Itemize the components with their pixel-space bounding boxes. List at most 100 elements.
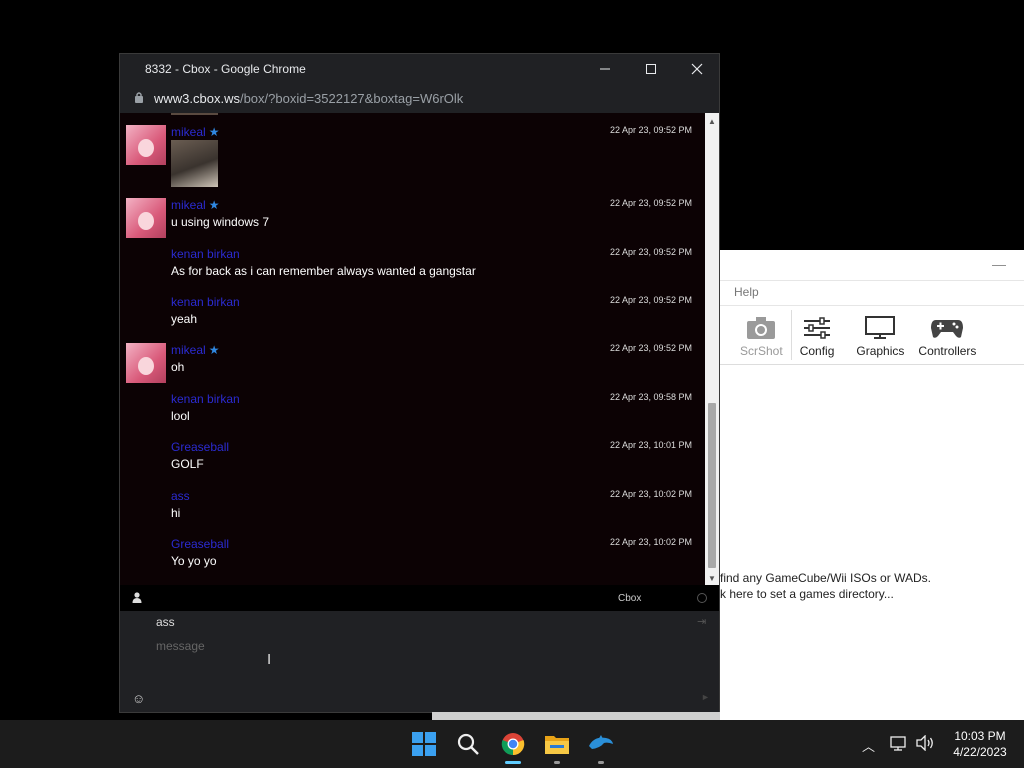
background-app-window: — Help ScrShot Config Graphics Controlle… [720, 250, 1024, 720]
message-text: oh [171, 360, 185, 374]
minimize-icon [600, 68, 610, 70]
url[interactable]: www3.cbox.ws/box/?boxid=3522127&boxtag=W… [154, 91, 463, 106]
file-explorer-button[interactable] [541, 728, 573, 760]
message-text: As for back as i can remember always wan… [171, 264, 476, 278]
running-app-indicator-2 [598, 761, 604, 764]
search-icon [457, 733, 479, 755]
message-username[interactable]: mikeal ★ [171, 125, 219, 139]
chat-message: Greaseball 22 Apr 23, 10:02 PM Yo yo yo [120, 537, 705, 585]
star-icon: ★ [208, 198, 220, 212]
close-icon [691, 63, 703, 75]
system-clock[interactable]: 10:03 PM 4/22/2023 [942, 728, 1018, 760]
message-username[interactable]: kenan birkan [171, 392, 240, 406]
chat-message: kenan birkan 22 Apr 23, 09:52 PM As for ba… [120, 247, 705, 295]
controllers-button[interactable]: Controllers [918, 316, 976, 358]
message-timestamp: 22 Apr 23, 09:52 PM [609, 247, 692, 257]
toolbar-separator [790, 310, 792, 360]
minimize-icon[interactable]: — [992, 256, 1006, 272]
menu-help[interactable]: Help [734, 285, 759, 299]
message-text: lool [171, 409, 190, 423]
scrshot-label: ScrShot [740, 344, 783, 358]
message-text: yeah [171, 312, 198, 326]
chat-scrollbar[interactable]: ▲ ▼ [705, 113, 719, 585]
gamepad-icon [931, 320, 964, 338]
user-icon[interactable] [132, 592, 142, 603]
url-host: www3.cbox.ws [154, 91, 240, 106]
folder-icon [545, 736, 569, 754]
send-arrow-icon[interactable]: ► [701, 692, 710, 702]
graphics-button[interactable]: Graphics [856, 316, 904, 358]
maximize-button[interactable] [628, 54, 674, 84]
avatar[interactable] [126, 125, 166, 165]
message-username[interactable]: Greaseball [171, 440, 229, 454]
name-field[interactable]: ass [156, 615, 175, 629]
message-username[interactable]: mikeal ★ [171, 198, 219, 212]
controllers-label: Controllers [918, 344, 977, 358]
message-text: u using windows 7 [171, 215, 270, 229]
running-app-indicator [554, 761, 560, 764]
text-cursor-icon: I [267, 651, 272, 668]
emoji-icon[interactable]: ☺ [132, 691, 145, 706]
message-text: hi [171, 506, 181, 520]
cbox-brand-link[interactable]: Cbox [618, 593, 641, 604]
message-text: GOLF [171, 457, 204, 471]
chat-message: kenan birkan 22 Apr 23, 09:52 PM yeah [120, 295, 705, 343]
chat-log[interactable]: mikeal ★ 22 Apr 23, 09:52 PM mikeal ★ 22 Apr … [120, 113, 705, 585]
chat-message: mikeal ★ 22 Apr 23, 09:52 PM [120, 125, 705, 187]
empty-library-message[interactable]: find any GameCube/Wii ISOs or WADs. k he… [720, 570, 931, 602]
message-timestamp: 22 Apr 23, 09:58 PM [609, 392, 692, 402]
scroll-down-arrow[interactable]: ▼ [708, 574, 716, 583]
lock-icon[interactable] [134, 91, 144, 103]
chrome-window: 8332 - Cbox - Google Chrome www3.cbox.ws… [119, 53, 720, 713]
chrome-taskbar-button[interactable] [497, 728, 529, 760]
address-bar[interactable]: www3.cbox.ws/box/?boxid=3522127&boxtag=W… [120, 84, 719, 112]
scrollbar-thumb[interactable] [708, 403, 716, 568]
cbox-status-bar: Cbox [120, 585, 719, 611]
avatar[interactable] [126, 198, 166, 238]
scroll-up-arrow[interactable]: ▲ [708, 117, 716, 126]
network-icon[interactable] [890, 735, 908, 751]
monitor-icon [865, 316, 896, 339]
dolphin-taskbar-button[interactable] [585, 728, 617, 760]
config-button[interactable]: Config [799, 316, 835, 358]
message-timestamp: 22 Apr 23, 10:02 PM [609, 489, 692, 499]
close-button[interactable] [674, 54, 720, 84]
minimize-button[interactable] [582, 54, 628, 84]
window-title: 8332 - Cbox - Google Chrome [145, 62, 306, 76]
message-text: Yo yo yo [171, 554, 217, 568]
message-timestamp: 22 Apr 23, 10:01 PM [609, 440, 692, 450]
url-path: /box/?boxid=3522127&boxtag=W6rOlk [239, 91, 464, 106]
message-username[interactable]: ass [171, 489, 190, 503]
empty-library-line1: find any GameCube/Wii ISOs or WADs. [720, 571, 931, 585]
chat-message: ass 22 Apr 23, 10:02 PM hi [120, 489, 705, 537]
chrome-icon [501, 733, 525, 756]
message-username[interactable]: Greaseball [171, 537, 229, 551]
background-app-titlebar: — [720, 250, 1024, 280]
chevron-up-icon[interactable]: ︿ [862, 736, 875, 755]
message-username[interactable]: mikeal ★ [171, 343, 219, 357]
dolphin-icon [589, 735, 613, 749]
search-button[interactable] [452, 728, 484, 760]
start-button[interactable] [408, 728, 440, 760]
toolbar: ScrShot Config Graphics Controllers [720, 306, 1024, 365]
message-input[interactable] [156, 637, 556, 655]
message-image[interactable] [171, 140, 218, 187]
empty-library-line2[interactable]: k here to set a games directory... [720, 586, 931, 602]
login-icon[interactable]: ⇥ [697, 615, 706, 628]
sliders-icon [804, 317, 831, 339]
config-label: Config [799, 344, 835, 358]
avatar[interactable] [126, 343, 166, 383]
message-timestamp: 22 Apr 23, 09:52 PM [609, 295, 692, 305]
message-username[interactable]: kenan birkan [171, 295, 240, 309]
volume-icon[interactable] [915, 735, 935, 751]
horizontal-scrollbar[interactable] [432, 712, 720, 720]
status-ring-icon[interactable] [697, 593, 707, 603]
taskbar: ︿ 10:03 PM 4/22/2023 [0, 720, 1024, 768]
message-timestamp: 22 Apr 23, 09:52 PM [609, 198, 692, 208]
chat-message: Greaseball 22 Apr 23, 10:01 PM GOLF [120, 440, 705, 488]
message-username[interactable]: kenan birkan [171, 247, 240, 261]
chat-message: kenan birkan 22 Apr 23, 09:58 PM lool [120, 392, 705, 440]
chrome-titlebar[interactable]: 8332 - Cbox - Google Chrome [120, 54, 719, 84]
clock-time: 10:03 PM [954, 729, 1006, 743]
scrshot-button[interactable]: ScrShot [740, 316, 783, 358]
